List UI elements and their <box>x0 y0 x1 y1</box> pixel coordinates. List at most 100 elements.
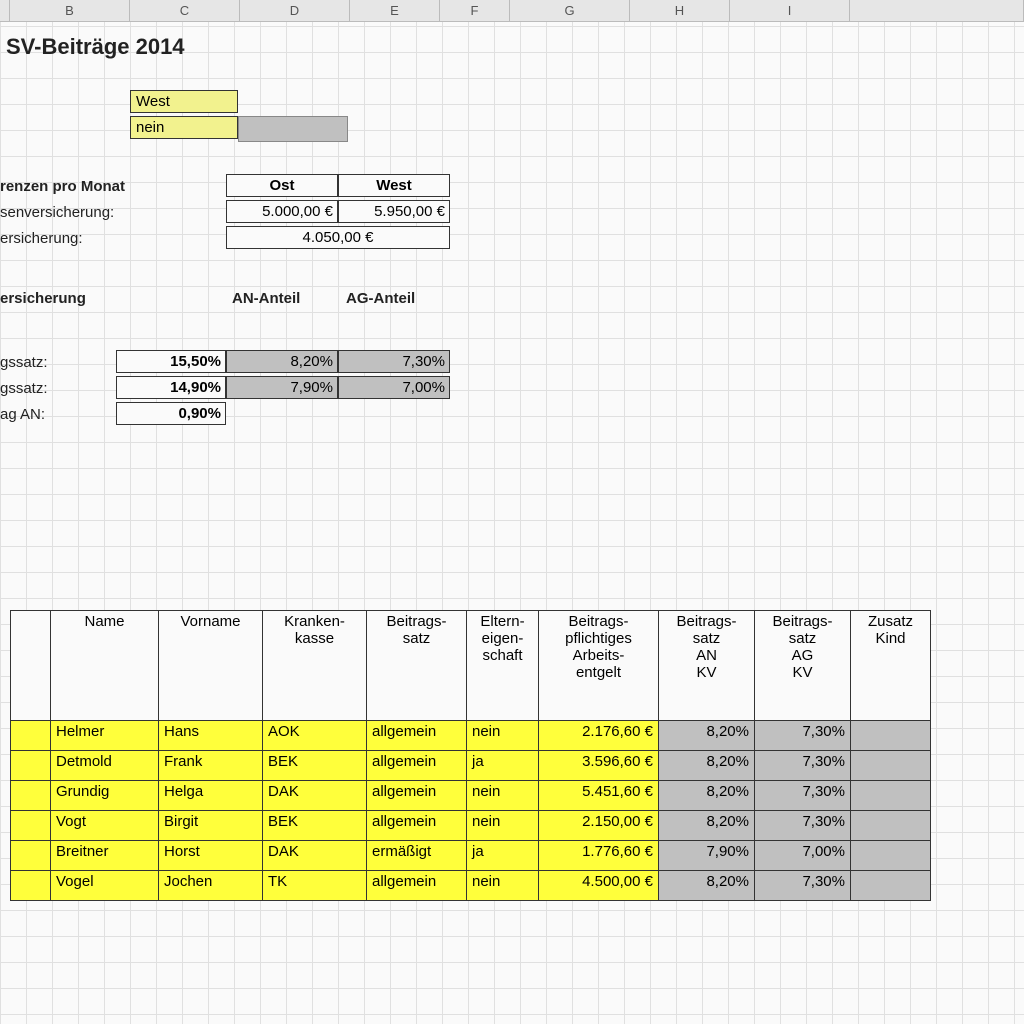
cell-ae[interactable]: 2.176,60 € <box>539 721 659 751</box>
cell-vorname[interactable]: Helga <box>159 781 263 811</box>
cell-kk[interactable]: TK <box>263 871 367 901</box>
cell-name[interactable]: Vogel <box>51 871 159 901</box>
col-header[interactable]: E <box>350 0 440 21</box>
table-row[interactable]: BreitnerHorstDAKermäßigtja1.776,60 €7,90… <box>11 841 931 871</box>
cell-ee[interactable]: nein <box>467 871 539 901</box>
cell-name[interactable]: Helmer <box>51 721 159 751</box>
cell-name[interactable]: Breitner <box>51 841 159 871</box>
region-select[interactable]: West <box>130 90 238 113</box>
rates-an-header: AN-Anteil <box>232 290 300 307</box>
cell-an[interactable]: 8,20% <box>659 811 755 841</box>
table-row[interactable]: GrundigHelgaDAKallgemeinnein5.451,60 €8,… <box>11 781 931 811</box>
table-row[interactable]: VogtBirgitBEKallgemeinnein2.150,00 €8,20… <box>11 811 931 841</box>
column-header-row: B C D E F G H I <box>0 0 1024 22</box>
col-header[interactable]: D <box>240 0 350 21</box>
cell-vorname[interactable]: Hans <box>159 721 263 751</box>
cell-zusatz[interactable] <box>851 721 931 751</box>
cell-bs[interactable]: allgemein <box>367 721 467 751</box>
cell-vorname[interactable]: Frank <box>159 751 263 781</box>
cell-ee[interactable]: ja <box>467 751 539 781</box>
rates-row2-total[interactable]: 14,90% <box>116 376 226 399</box>
cell-ae[interactable]: 4.500,00 € <box>539 871 659 901</box>
cell-ae[interactable]: 1.776,60 € <box>539 841 659 871</box>
cell-bs[interactable]: allgemein <box>367 781 467 811</box>
limits-col-west: West <box>338 174 450 197</box>
limits-row2-merged[interactable]: 4.050,00 € <box>226 226 450 249</box>
limits-row2-label: ersicherung: <box>0 230 83 247</box>
col-header[interactable]: H <box>630 0 730 21</box>
cell-ag[interactable]: 7,30% <box>755 751 851 781</box>
cell-zusatz[interactable] <box>851 781 931 811</box>
table-row[interactable]: HelmerHansAOKallgemeinnein2.176,60 €8,20… <box>11 721 931 751</box>
rates-row3-total[interactable]: 0,90% <box>116 402 226 425</box>
cell-vorname[interactable]: Jochen <box>159 871 263 901</box>
limits-header: renzen pro Monat <box>0 178 125 195</box>
cell-an[interactable]: 7,90% <box>659 841 755 871</box>
cell-zusatz[interactable] <box>851 841 931 871</box>
cell-name[interactable]: Grundig <box>51 781 159 811</box>
rates-row1-label: gssatz: <box>0 354 48 371</box>
cell-vorname[interactable]: Horst <box>159 841 263 871</box>
cell-zusatz[interactable] <box>851 751 931 781</box>
cell-vorname[interactable]: Birgit <box>159 811 263 841</box>
page-title: SV-Beiträge 2014 <box>6 34 185 60</box>
cell-bs[interactable]: allgemein <box>367 751 467 781</box>
spreadsheet-grid[interactable]: B C D E F G H I SV-Beiträge 2014 West ne… <box>0 0 1024 1024</box>
cell-ae[interactable]: 3.596,60 € <box>539 751 659 781</box>
rates-row2-label: gssatz: <box>0 380 48 397</box>
cell-ee[interactable]: nein <box>467 781 539 811</box>
rates-row2-ag[interactable]: 7,00% <box>338 376 450 399</box>
cell-kk[interactable]: DAK <box>263 841 367 871</box>
rates-row3-label: ag AN: <box>0 406 45 423</box>
col-header[interactable]: F <box>440 0 510 21</box>
cell-ag[interactable]: 7,30% <box>755 781 851 811</box>
limits-row1-west[interactable]: 5.950,00 € <box>338 200 450 223</box>
cell-bs[interactable]: ermäßigt <box>367 841 467 871</box>
rates-row1-total[interactable]: 15,50% <box>116 350 226 373</box>
cell-an[interactable]: 8,20% <box>659 751 755 781</box>
cell-name[interactable]: Detmold <box>51 751 159 781</box>
cell-ag[interactable]: 7,30% <box>755 721 851 751</box>
cell-zusatz[interactable] <box>851 871 931 901</box>
col-header[interactable]: I <box>730 0 850 21</box>
th-kk: Kranken- kasse <box>263 611 367 721</box>
cell-an[interactable]: 8,20% <box>659 721 755 751</box>
limits-row1-label: senversicherung: <box>0 204 114 221</box>
rates-section: ersicherung <box>0 290 86 307</box>
limits-row1-ost[interactable]: 5.000,00 € <box>226 200 338 223</box>
th-ae: Beitrags- pflichtiges Arbeits- entgelt <box>539 611 659 721</box>
cell-bs[interactable]: allgemein <box>367 811 467 841</box>
cell-ag[interactable]: 7,30% <box>755 871 851 901</box>
cell-ag[interactable]: 7,00% <box>755 841 851 871</box>
cell-an[interactable]: 8,20% <box>659 871 755 901</box>
col-header[interactable]: B <box>10 0 130 21</box>
cell-kk[interactable]: AOK <box>263 721 367 751</box>
cell-ae[interactable]: 2.150,00 € <box>539 811 659 841</box>
cell-an[interactable]: 8,20% <box>659 781 755 811</box>
rates-row1-an[interactable]: 8,20% <box>226 350 338 373</box>
employee-table[interactable]: Name Vorname Kranken- kasse Beitrags- sa… <box>10 610 931 901</box>
cell-zusatz[interactable] <box>851 811 931 841</box>
cell-ae[interactable]: 5.451,60 € <box>539 781 659 811</box>
cell-ee[interactable]: nein <box>467 721 539 751</box>
table-header-row: Name Vorname Kranken- kasse Beitrags- sa… <box>11 611 931 721</box>
cell-ee[interactable]: nein <box>467 811 539 841</box>
cell-kk[interactable]: DAK <box>263 781 367 811</box>
col-header[interactable]: G <box>510 0 630 21</box>
rates-ag-header: AG-Anteil <box>346 290 415 307</box>
cell-ag[interactable]: 7,30% <box>755 811 851 841</box>
th-name: Name <box>51 611 159 721</box>
cell-bs[interactable]: allgemein <box>367 871 467 901</box>
th-bs: Beitrags- satz <box>367 611 467 721</box>
cell-name[interactable]: Vogt <box>51 811 159 841</box>
option-select[interactable]: nein <box>130 116 238 139</box>
table-row[interactable]: DetmoldFrankBEKallgemeinja3.596,60 €8,20… <box>11 751 931 781</box>
rates-row1-ag[interactable]: 7,30% <box>338 350 450 373</box>
table-row[interactable]: VogelJochenTKallgemeinnein4.500,00 €8,20… <box>11 871 931 901</box>
cell-ee[interactable]: ja <box>467 841 539 871</box>
th-ag: Beitrags- satz AG KV <box>755 611 851 721</box>
rates-row2-an[interactable]: 7,90% <box>226 376 338 399</box>
col-header[interactable]: C <box>130 0 240 21</box>
cell-kk[interactable]: BEK <box>263 751 367 781</box>
cell-kk[interactable]: BEK <box>263 811 367 841</box>
